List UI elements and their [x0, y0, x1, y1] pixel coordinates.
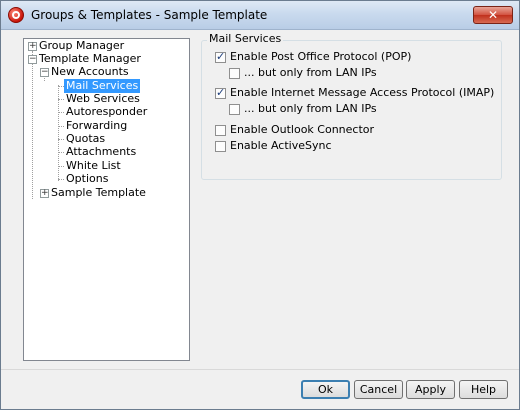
imap-checkbox[interactable] — [215, 86, 226, 99]
tree-item-attachments[interactable]: Attachments — [66, 145, 136, 159]
tree-item-template-manager[interactable]: Template Manager — [39, 52, 141, 66]
tree-item-white-list[interactable]: White List — [66, 159, 121, 173]
outlook-connector-option[interactable]: Enable Outlook Connector — [215, 123, 374, 137]
tree-connector — [58, 139, 64, 140]
tree-connector — [58, 179, 64, 180]
help-button[interactable]: Help — [459, 380, 508, 399]
tree-connector — [32, 51, 33, 199]
collapse-toggle-icon[interactable]: − — [28, 55, 37, 64]
tree-item-web-services[interactable]: Web Services — [66, 92, 140, 106]
tree-item-mail-services[interactable]: Mail Services — [64, 79, 141, 93]
tree-item-options[interactable]: Options — [66, 172, 108, 186]
groups-templates-dialog: Groups & Templates - Sample Template ✕ +… — [0, 0, 520, 410]
pop-checkbox[interactable] — [215, 50, 226, 63]
pop-label[interactable]: Enable Post Office Protocol (POP) — [230, 50, 411, 64]
imap-lan-only-label[interactable]: ... but only from LAN IPs — [244, 102, 377, 116]
imap-option[interactable]: Enable Internet Message Access Protocol … — [215, 86, 494, 100]
navigation-tree[interactable]: + Group Manager − Template Manager − New… — [23, 38, 190, 361]
window-title: Groups & Templates - Sample Template — [31, 8, 268, 22]
pop-option[interactable]: Enable Post Office Protocol (POP) — [215, 50, 411, 64]
mdaemon-app-icon — [8, 7, 24, 23]
tree-item-quotas[interactable]: Quotas — [66, 132, 105, 146]
close-button[interactable]: ✕ — [473, 6, 513, 24]
mail-services-group-label: Mail Services — [207, 32, 284, 45]
outlook-connector-checkbox[interactable] — [215, 124, 226, 136]
imap-label[interactable]: Enable Internet Message Access Protocol … — [230, 86, 494, 100]
ok-button[interactable]: Ok — [301, 380, 350, 399]
pop-lan-only-label[interactable]: ... but only from LAN IPs — [244, 66, 377, 80]
pop-lan-only-checkbox[interactable] — [229, 67, 240, 79]
collapse-toggle-icon[interactable]: − — [40, 68, 49, 77]
imap-lan-only-checkbox[interactable] — [229, 103, 240, 115]
activesync-checkbox[interactable] — [215, 140, 226, 152]
tree-connector — [58, 152, 64, 153]
tree-connector — [58, 126, 64, 127]
outlook-connector-label[interactable]: Enable Outlook Connector — [230, 123, 374, 137]
tree-connector — [58, 99, 64, 100]
tree-item-sample-template[interactable]: Sample Template — [51, 186, 146, 200]
tree-item-autoresponder[interactable]: Autoresponder — [66, 105, 147, 119]
cancel-button[interactable]: Cancel — [354, 380, 403, 399]
apply-button[interactable]: Apply — [406, 380, 455, 399]
expand-toggle-icon[interactable]: + — [28, 42, 37, 51]
imap-lan-only-option[interactable]: ... but only from LAN IPs — [229, 102, 377, 116]
tree-item-group-manager[interactable]: Group Manager — [39, 39, 124, 53]
tree-connector — [58, 166, 64, 167]
pop-lan-only-option[interactable]: ... but only from LAN IPs — [229, 66, 377, 80]
tree-connector — [58, 112, 64, 113]
activesync-option[interactable]: Enable ActiveSync — [215, 139, 332, 153]
title-bar[interactable]: Groups & Templates - Sample Template ✕ — [1, 1, 519, 30]
activesync-label[interactable]: Enable ActiveSync — [230, 139, 332, 153]
expand-toggle-icon[interactable]: + — [40, 189, 49, 198]
tree-item-forwarding[interactable]: Forwarding — [66, 119, 127, 133]
tree-item-new-accounts[interactable]: New Accounts — [51, 65, 129, 79]
button-bar-divider — [1, 369, 519, 370]
